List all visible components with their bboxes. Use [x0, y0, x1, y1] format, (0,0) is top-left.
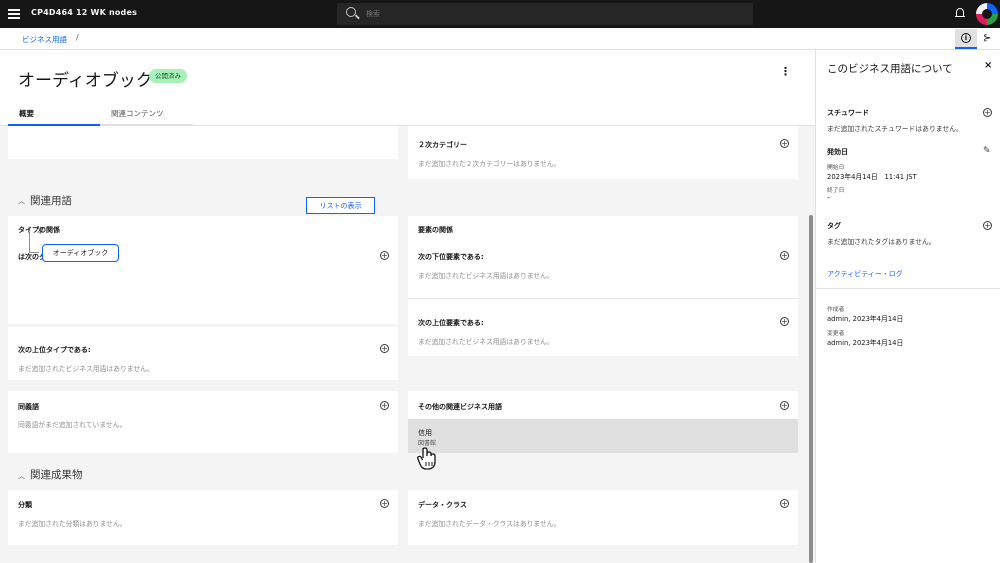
element-relations-title: 要素の関係: [418, 226, 453, 234]
created-by-value: admin, 2023年4月14日: [827, 315, 904, 323]
end-date-value: –: [827, 194, 831, 202]
element-relations-card: 要素の関係 次の下位要素である: + まだ追加されたビジネス用語はありません。 …: [408, 216, 798, 356]
secondary-category-title: ２次カテゴリー: [418, 141, 467, 149]
add-parent-element-icon[interactable]: +: [780, 317, 789, 326]
panel-divider: [816, 288, 1000, 289]
search-input[interactable]: [366, 7, 736, 21]
add-type-icon[interactable]: +: [380, 251, 389, 260]
add-data-class-icon[interactable]: +: [780, 499, 789, 508]
overview-card-partial: [8, 126, 398, 159]
related-term-item[interactable]: 信用 図書館: [408, 419, 798, 453]
parent-element-empty: まだ追加されたビジネス用語はありません。: [418, 338, 554, 346]
child-element-empty: まだ追加されたビジネス用語はありません。: [418, 272, 554, 280]
type-relations-card: タイプの関係 は次のタイプである: +: [8, 216, 398, 324]
user-avatar[interactable]: [976, 3, 998, 25]
activity-log-link[interactable]: アクティビティー・ログ: [827, 269, 903, 279]
top-nav-bar: CP4D464 12 WK nodes: [0, 0, 1000, 28]
breadcrumb-separator: /: [76, 33, 79, 42]
modified-by-value: admin, 2023年4月14日: [827, 339, 904, 347]
tab-related-content[interactable]: 関連コンテンツ: [100, 106, 193, 126]
other-related-title: その他の関連ビジネス用語: [418, 403, 502, 411]
synonyms-card: 同義語 + 同義語がまだ追加されていません。: [8, 391, 398, 453]
panel-title: このビジネス用語について: [827, 63, 953, 75]
classification-title: 分類: [18, 501, 32, 509]
search-icon: [346, 7, 356, 17]
tags-empty: まだ追加されたタグはありません。: [827, 238, 936, 246]
collapse-chevron-icon[interactable]: ︿: [18, 196, 25, 206]
classification-empty: まだ追加された分類はありません。: [18, 520, 127, 528]
app-name[interactable]: CP4D464 12 WK nodes: [31, 8, 137, 17]
related-artifacts-heading[interactable]: 関連成果物: [30, 467, 83, 482]
tags-label: タグ: [827, 222, 841, 230]
tab-overview[interactable]: 概要: [8, 106, 100, 126]
data-class-title: データ・クラス: [418, 501, 467, 509]
add-synonym-icon[interactable]: +: [380, 401, 389, 410]
lineage-icon[interactable]: ⊱: [983, 33, 991, 44]
add-steward-icon[interactable]: +: [983, 108, 992, 117]
effective-date-label: 発効日: [827, 148, 848, 156]
modified-by-label: 変更者: [827, 331, 845, 337]
data-class-empty: まだ追加されたデータ・クラスはありません。: [418, 520, 561, 528]
classification-card: 分類 + まだ追加された分類はありません。: [8, 490, 398, 545]
add-related-term-icon[interactable]: +: [780, 401, 789, 410]
collapse-chevron-icon[interactable]: ︿: [18, 471, 25, 481]
tree-parent-node[interactable]: 本: [37, 226, 44, 236]
info-icon: i: [961, 33, 971, 43]
hand-cursor-icon: [417, 447, 436, 470]
parent-element-label: 次の上位要素である:: [418, 319, 484, 327]
stewards-empty: まだ追加されたスチュワードはありません。: [827, 125, 963, 133]
start-date-label: 開始日: [827, 165, 845, 171]
edit-icon[interactable]: ✎: [983, 146, 991, 156]
tree-connector: [29, 252, 39, 253]
synonyms-empty: 同義語がまだ追加されていません。: [18, 421, 127, 429]
breadcrumb-bar: ビジネス用語 / i ⊱: [0, 28, 1000, 50]
start-date-value: 2023年4月14日 11:41 JST: [827, 173, 917, 181]
tree-connector: [29, 232, 30, 252]
created-by-label: 作成者: [827, 307, 845, 313]
breadcrumb-link[interactable]: ビジネス用語: [22, 34, 67, 45]
notification-bell-icon[interactable]: [955, 8, 965, 19]
add-parent-type-icon[interactable]: +: [380, 344, 389, 353]
end-date-label: 終了日: [827, 188, 845, 194]
add-secondary-category-icon[interactable]: +: [780, 139, 789, 148]
overflow-menu-icon[interactable]: ⋮: [780, 66, 791, 77]
close-icon[interactable]: ×: [984, 60, 992, 71]
page-title: オーディオブック: [18, 71, 153, 91]
details-side-panel: このビジネス用語について × スチュワード + まだ追加されたスチュワードはあり…: [815, 50, 1000, 563]
menu-icon[interactable]: [8, 9, 20, 19]
asset-header: オーディオブック 公開済み ⋮ 概要 関連コンテンツ: [0, 50, 815, 126]
add-child-element-icon[interactable]: +: [780, 251, 789, 260]
tree-current-node[interactable]: オーディオブック: [42, 244, 119, 262]
parent-type-label: 次の上位タイプである:: [18, 346, 91, 354]
info-panel-button[interactable]: i: [955, 29, 977, 49]
secondary-category-card: ２次カテゴリー + まだ追加された２次カテゴリーはありません。: [408, 126, 798, 179]
card-divider: [408, 298, 798, 299]
parent-type-card: 次の上位タイプである: + まだ追加されたビジネス用語はありません。: [8, 327, 398, 380]
related-terms-heading[interactable]: 関連用語: [30, 193, 72, 208]
search-bar[interactable]: [337, 3, 753, 25]
scrollbar-thumb[interactable]: [809, 215, 813, 563]
secondary-category-empty: まだ追加された２次カテゴリーはありません。: [418, 160, 561, 168]
status-badge: 公開済み: [149, 69, 187, 83]
synonyms-title: 同義語: [18, 403, 39, 411]
parent-type-empty: まだ追加されたビジネス用語はありません。: [18, 365, 154, 373]
data-class-card: データ・クラス + まだ追加されたデータ・クラスはありません。: [408, 490, 798, 545]
add-classification-icon[interactable]: +: [380, 499, 389, 508]
stewards-label: スチュワード: [827, 109, 869, 117]
related-term-name: 信用: [418, 429, 432, 437]
child-element-label: 次の下位要素である:: [418, 253, 484, 261]
show-list-button[interactable]: リストの表示: [306, 197, 375, 214]
add-tag-icon[interactable]: +: [983, 221, 992, 230]
